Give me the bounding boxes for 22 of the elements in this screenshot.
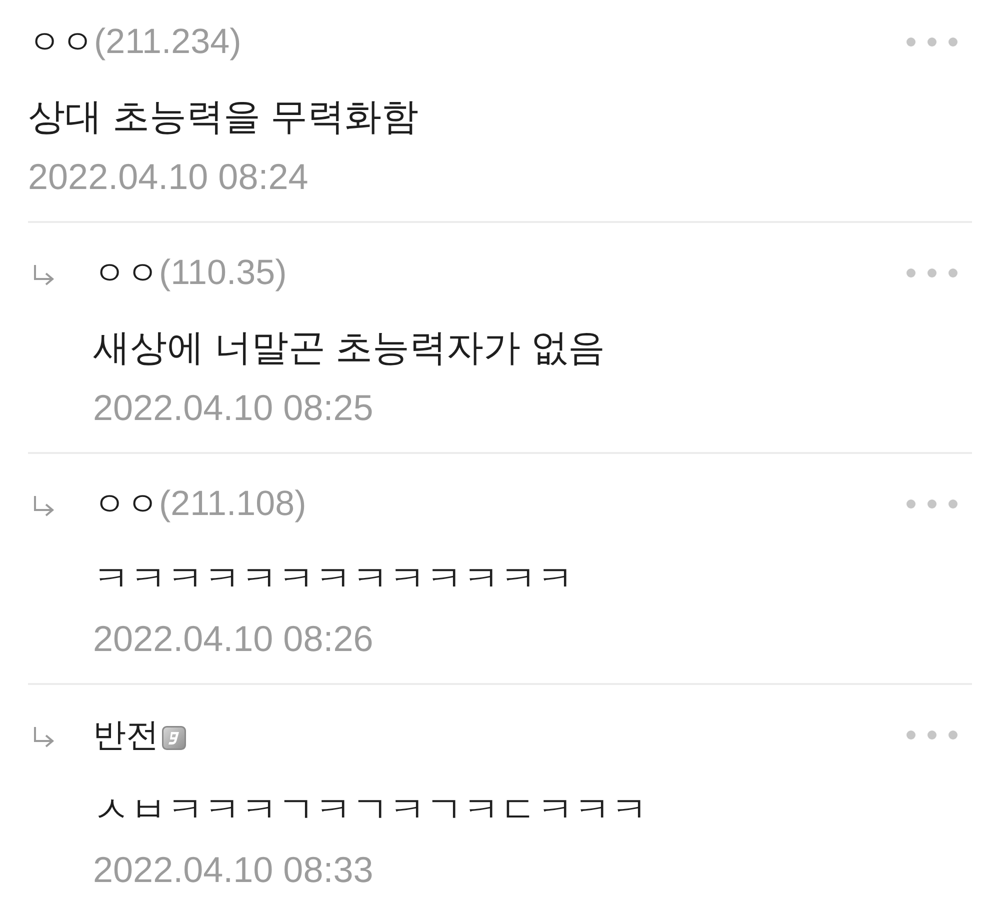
author-name: 반전 [93,715,159,755]
comment-date: 2022.04.10 08:33 [93,848,374,892]
comment-text: 상대 초능력을 무력화함 [28,95,419,139]
comment-date: 2022.04.10 08:24 [28,155,308,199]
reply-arrow-icon [33,726,55,748]
reply-arrow-icon [33,496,55,516]
author-name: ㅇㅇ [93,253,159,293]
author-name: ㅇㅇ [93,484,159,524]
comment-text: ㅅㅂㅋㅋㅋㄱㅋㄱㅋㄱㅋㄷㅋㅋㅋ [93,788,648,832]
comment-text: 새상에 너말곤 초능력자가 없음 [93,326,605,370]
more-icon[interactable] [906,730,958,740]
author-name: ㅇㅇ [28,22,94,62]
more-icon[interactable] [906,37,958,47]
ip-address: (211.234) [94,21,242,63]
reply-arrow-icon [33,264,55,286]
comment-text: ㅋㅋㅋㅋㅋㅋㅋㅋㅋㅋㅋㅋㅋ [93,557,574,601]
more-icon[interactable] [906,499,958,509]
comment-date: 2022.04.10 08:25 [93,386,374,430]
ip-address: (211.108) [159,483,306,525]
more-icon[interactable] [906,268,958,278]
ip-address: (110.35) [159,252,287,294]
comment-date: 2022.04.10 08:26 [93,617,374,661]
